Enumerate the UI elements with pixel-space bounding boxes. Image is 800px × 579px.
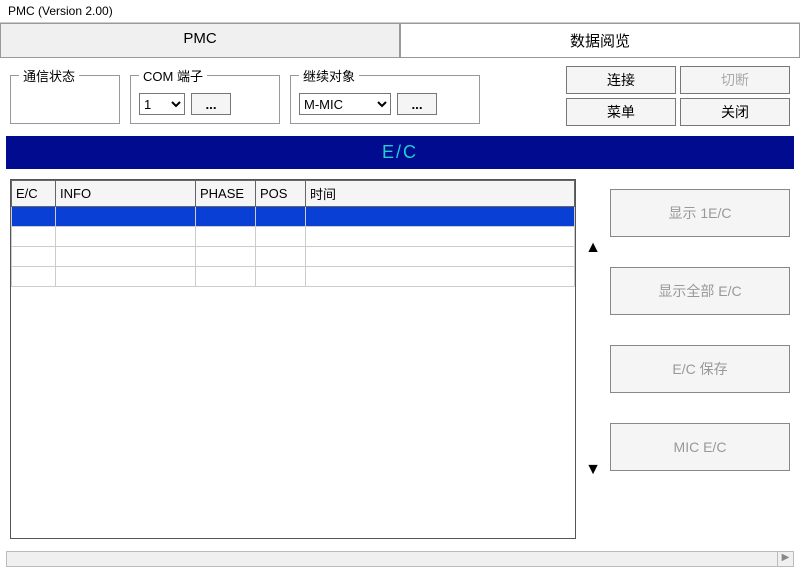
table-row[interactable] [12,207,575,227]
top-panel: 通信状态 COM 端子 1 ... 继续对象 M-MIC ... 连接 切断 菜… [0,58,800,136]
menu-button[interactable]: 菜单 [566,98,676,126]
side-buttons: 显示 1E/C 显示全部 E/C E/C 保存 MIC E/C [610,179,790,539]
group-comm-status: 通信状态 [10,66,120,124]
group-com-port-label: COM 端子 [139,66,207,85]
scroll-down-icon[interactable]: ▼ [585,461,601,479]
group-target-label: 继续对象 [299,66,359,85]
com-port-select[interactable]: 1 [139,93,185,115]
target-select[interactable]: M-MIC [299,93,391,115]
group-comm-status-label: 通信状态 [19,66,79,85]
close-button[interactable]: 关闭 [680,98,790,126]
group-target: 继续对象 M-MIC ... [290,66,480,124]
table-row[interactable] [12,267,575,287]
tab-bar: PMC 数据阅览 [0,23,800,58]
tab-data-view[interactable]: 数据阅览 [400,23,800,57]
mic-ec-button[interactable]: MIC E/C [610,423,790,471]
show-one-ec-button[interactable]: 显示 1E/C [610,189,790,237]
disconnect-button[interactable]: 切断 [680,66,790,94]
save-ec-button[interactable]: E/C 保存 [610,345,790,393]
scroll-right-icon[interactable]: ▶ [777,552,793,566]
com-port-more-button[interactable]: ... [191,93,231,115]
connection-buttons: 连接 切断 菜单 关闭 [566,66,790,126]
left-groups: 通信状态 COM 端子 1 ... 继续对象 M-MIC ... [10,66,480,124]
group-com-port: COM 端子 1 ... [130,66,280,124]
horizontal-scrollbar[interactable]: ▶ [6,551,794,567]
window-title: PMC (Version 2.00) [0,0,800,23]
section-header-ec: E/C [6,136,794,169]
table-header-row: E/C INFO PHASE POS 时间 [12,181,575,207]
scroll-up-icon[interactable]: ▲ [585,239,601,257]
col-header-info[interactable]: INFO [56,181,196,207]
ec-table[interactable]: E/C INFO PHASE POS 时间 [10,179,576,539]
col-header-ec[interactable]: E/C [12,181,56,207]
scroll-arrows: ▲ ▼ [582,179,604,539]
table-row[interactable] [12,247,575,267]
tab-pmc[interactable]: PMC [0,23,400,57]
connect-button[interactable]: 连接 [566,66,676,94]
table-row[interactable] [12,227,575,247]
scrollbar-track[interactable] [7,552,777,566]
show-all-ec-button[interactable]: 显示全部 E/C [610,267,790,315]
main-area: E/C INFO PHASE POS 时间 ▲ ▼ 显示 1E/C 显示全部 E… [0,169,800,549]
col-header-pos[interactable]: POS [256,181,306,207]
col-header-time[interactable]: 时间 [306,181,575,207]
target-more-button[interactable]: ... [397,93,437,115]
col-header-phase[interactable]: PHASE [196,181,256,207]
